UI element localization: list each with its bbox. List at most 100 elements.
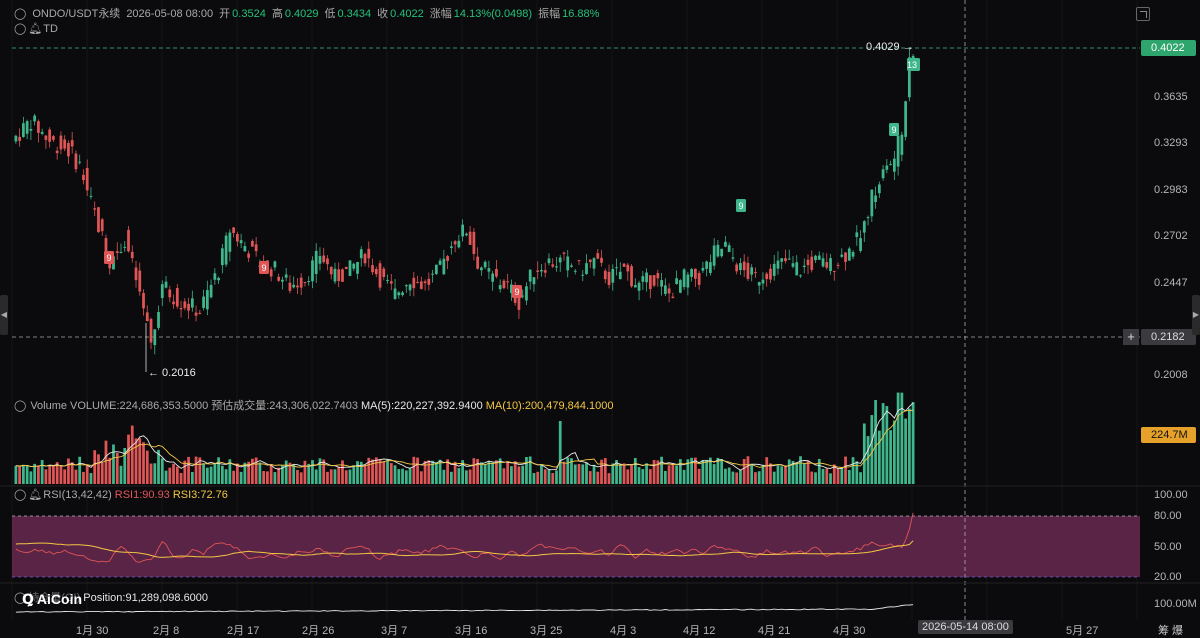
- volume-bar: [119, 465, 123, 484]
- volume-bar: [311, 460, 314, 484]
- volume-bar: [82, 471, 85, 484]
- volume-bar: [67, 458, 70, 484]
- volume-bar: [671, 463, 675, 484]
- volume-bar: [663, 470, 667, 484]
- candle-body: [153, 329, 157, 346]
- volume-bar: [29, 471, 33, 484]
- low-label: 低: [324, 8, 336, 20]
- rsi-axis-tick: 50.00: [1154, 541, 1182, 553]
- volume-bar: [434, 462, 438, 484]
- fullscreen-icon[interactable]: [1136, 7, 1150, 21]
- add-plus-icon[interactable]: +: [1123, 329, 1139, 345]
- candle-body: [727, 245, 731, 252]
- rsi-axis-tick: 100.00: [1154, 489, 1188, 501]
- candle-body: [750, 267, 754, 275]
- candle-body: [892, 158, 896, 172]
- candle-body: [142, 293, 145, 309]
- candle-body: [652, 275, 656, 286]
- candle-body: [269, 269, 273, 277]
- volume-bar: [757, 471, 761, 484]
- candle-body: [633, 285, 637, 288]
- volume-bar: [127, 434, 130, 484]
- volume-bar: [678, 459, 682, 484]
- candle-body: [757, 282, 761, 286]
- settings-circle-icon[interactable]: ◯: [14, 8, 26, 20]
- volume-bar: [22, 464, 25, 484]
- volume-bar: [235, 463, 239, 484]
- candle-body: [866, 217, 870, 219]
- volume-bar: [314, 469, 318, 484]
- volume-bar: [866, 436, 870, 484]
- candle-body: [498, 285, 502, 290]
- high-value: 0.4029: [284, 8, 319, 20]
- volume-bar: [149, 463, 153, 484]
- candle-body: [847, 248, 851, 261]
- candle-body: [592, 258, 596, 269]
- volume-bar: [506, 461, 510, 484]
- candle-body: [487, 268, 491, 272]
- volume-bar: [262, 470, 266, 484]
- volume-bar: [37, 465, 40, 484]
- position-value: Position:91,289,098.6000: [83, 592, 209, 604]
- date-tick: 3月 16: [455, 625, 488, 637]
- candle-body: [52, 136, 55, 140]
- volume-bar: [761, 464, 765, 484]
- volume-bar: [284, 460, 288, 484]
- volume-bar: [874, 400, 877, 484]
- candle-body: [694, 268, 697, 279]
- volume-bar: [307, 463, 311, 484]
- candle-body: [716, 244, 720, 257]
- candle-body: [772, 263, 776, 276]
- candle-body: [817, 255, 821, 260]
- volume-bar: [892, 420, 896, 484]
- open-value: 0.3524: [232, 8, 266, 20]
- volume-bar: [217, 457, 220, 484]
- rsi3-value: RSI3:72.76: [172, 489, 228, 501]
- candle-body: [547, 258, 551, 264]
- candle-body: [63, 139, 67, 149]
- aicoin-logo: Ꝗ AiCoin: [22, 591, 82, 608]
- candle-body: [611, 268, 615, 283]
- candle-body: [14, 135, 18, 142]
- candle-body: [870, 189, 874, 217]
- chart-canvas[interactable]: 9 9 9 9 9 13: [0, 0, 1200, 638]
- candle-body: [93, 208, 97, 210]
- bottom-right-tools[interactable]: 筹 爆: [1158, 622, 1183, 638]
- td-marker-text: 13: [907, 60, 917, 70]
- candle-body: [119, 251, 123, 253]
- indicator-row[interactable]: ◯ 🔔︎TD: [14, 22, 64, 35]
- candle-body: [224, 235, 228, 265]
- candle-body: [344, 266, 348, 269]
- volume-bar: [633, 457, 637, 484]
- candle-body: [277, 276, 281, 281]
- candle-body: [149, 318, 153, 343]
- volume-bar: [224, 469, 228, 484]
- candle-body: [134, 267, 138, 281]
- candle-body: [566, 256, 570, 271]
- candle-body: [829, 258, 832, 272]
- volume-bar: [329, 469, 333, 484]
- chevron-left-icon[interactable]: ◀: [0, 295, 8, 335]
- volume-bar: [14, 465, 18, 484]
- candle-body: [904, 101, 907, 137]
- candle-body: [401, 292, 404, 296]
- volume-bar: [829, 473, 832, 484]
- date-tick: 4月 3: [610, 625, 637, 637]
- volume-bar: [776, 465, 780, 484]
- volume-bar: [521, 465, 525, 484]
- volume-bar: [341, 460, 344, 484]
- volume-bar: [536, 471, 540, 484]
- volume-bar: [483, 464, 487, 484]
- candle-body: [251, 240, 254, 247]
- volume-bar: [877, 430, 881, 484]
- candle-body: [194, 312, 198, 316]
- candle-body: [859, 238, 862, 251]
- chevron-right-icon[interactable]: ▶: [1192, 295, 1200, 335]
- volume-bar: [810, 471, 814, 484]
- volume-bar: [74, 469, 78, 484]
- volume-bar: [18, 466, 22, 484]
- volume-bar: [175, 466, 179, 484]
- volume-bar: [814, 472, 817, 484]
- volume-bar: [40, 459, 44, 484]
- candle-body: [446, 256, 449, 261]
